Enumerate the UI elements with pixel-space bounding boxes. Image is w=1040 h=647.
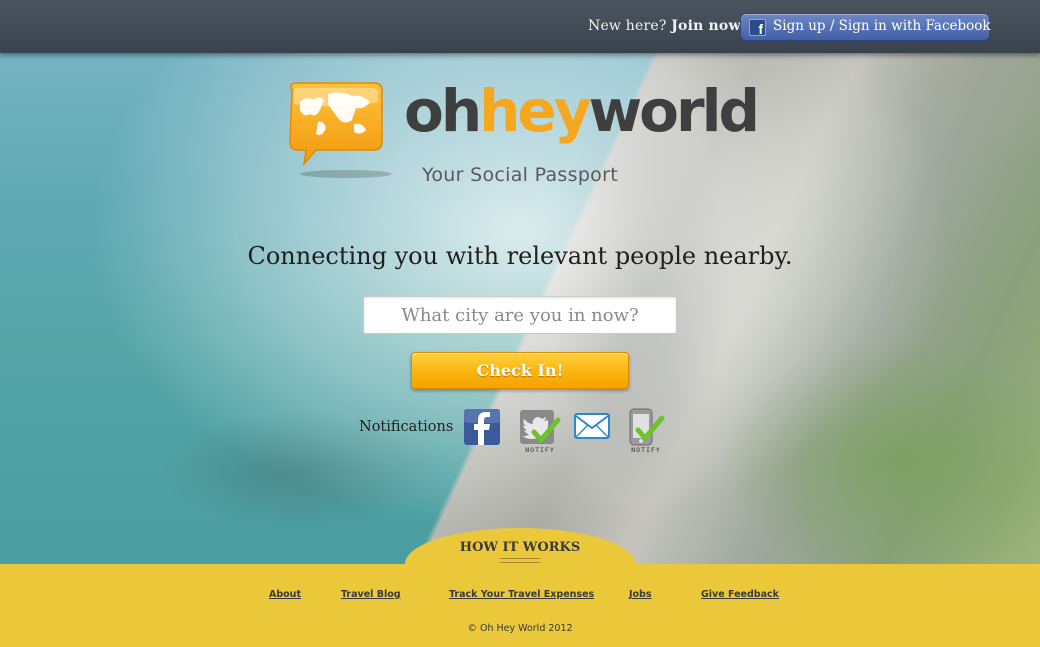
- join-now-link[interactable]: Join now!: [671, 18, 747, 34]
- logo-wordmark: ohheyworld: [404, 82, 760, 140]
- phone-icon: [629, 408, 665, 446]
- how-it-works-label: HOW IT WORKS: [459, 540, 581, 555]
- facebook-signin-button[interactable]: f Sign up / Sign in with Facebook: [740, 13, 991, 41]
- top-bar: New here? Join now! f Sign up / Sign in …: [0, 0, 1040, 53]
- footer-link-give-feedback[interactable]: Give Feedback: [701, 589, 779, 600]
- logo-world: world: [588, 77, 760, 145]
- sms-notification-toggle[interactable]: NOTIFY: [626, 408, 666, 454]
- footer-link-travel-blog[interactable]: Travel Blog: [341, 589, 401, 600]
- facebook-icon: f: [749, 19, 766, 37]
- footer-link-track-expenses[interactable]: Track Your Travel Expenses: [449, 589, 594, 600]
- new-here-text: New here? Join now!: [588, 18, 747, 34]
- email-notification-icon[interactable]: [574, 411, 610, 441]
- phone-notify-caption: NOTIFY: [631, 446, 661, 454]
- logo-globe-bubble-icon: [289, 82, 392, 178]
- logo-tagline: Your Social Passport: [422, 164, 618, 186]
- footer-link-jobs[interactable]: Jobs: [629, 589, 652, 600]
- footer-link-about[interactable]: About: [269, 589, 301, 600]
- logo-oh: oh: [404, 77, 482, 145]
- hero-headline: Connecting you with relevant people near…: [247, 242, 793, 270]
- twitter-notification-toggle[interactable]: NOTIFY: [518, 408, 562, 454]
- twitter-icon: [520, 410, 561, 444]
- new-here-label: New here?: [588, 18, 667, 34]
- facebook-notification-icon[interactable]: [464, 409, 500, 445]
- drag-handle-icon: [500, 558, 540, 563]
- footer: About Travel Blog Track Your Travel Expe…: [0, 564, 1040, 647]
- city-search-input[interactable]: [363, 296, 677, 334]
- facebook-signin-label: Sign up / Sign in with Facebook: [773, 18, 991, 34]
- copyright-text: © Oh Hey World 2012: [467, 623, 573, 634]
- logo-hey: hey: [479, 77, 591, 145]
- twitter-notify-caption: NOTIFY: [525, 446, 555, 454]
- check-in-button[interactable]: Check In!: [411, 352, 629, 389]
- notifications-label: Notifications: [359, 419, 454, 435]
